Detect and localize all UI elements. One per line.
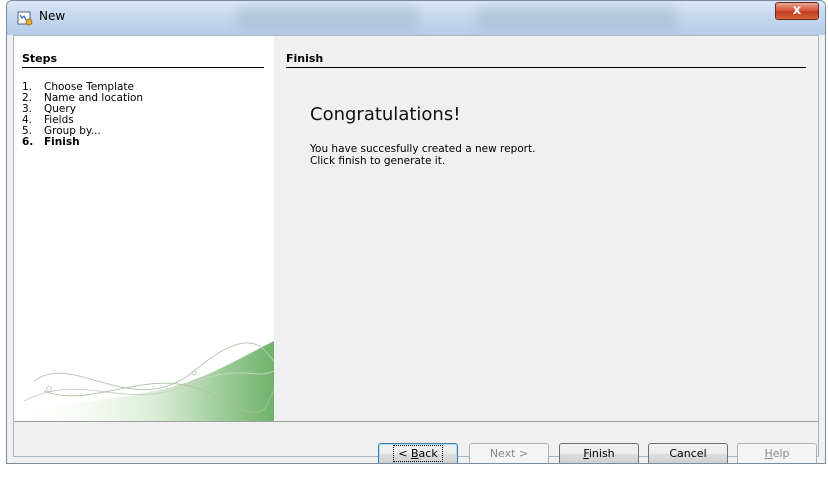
close-icon: x: [792, 3, 802, 18]
message-line: Click finish to generate it.: [310, 155, 446, 167]
title-bar-background-blur: [477, 7, 677, 29]
steps-heading: Steps: [22, 52, 264, 68]
congratulations-heading: Congratulations!: [310, 104, 461, 125]
step-label: Finish: [44, 136, 80, 148]
step-item-current: 6. Finish: [22, 136, 80, 148]
footer-divider: [14, 421, 818, 422]
message-line: You have succesfully created a new repor…: [310, 143, 536, 155]
dialog-window: New x Steps 1. Choose Template 2. Name and…: [6, 0, 826, 464]
window-title: New: [39, 9, 66, 23]
completion-message: You have succesfully created a new repor…: [310, 143, 535, 167]
finish-button[interactable]: Finish: [559, 443, 639, 463]
step-item: 5. Group by...: [22, 125, 101, 137]
content-panel: Finish Congratulations! You have succesf…: [274, 36, 818, 421]
step-item: 2. Name and location: [22, 92, 144, 104]
step-item: 3. Query: [22, 103, 76, 115]
content-heading: Finish: [286, 52, 806, 68]
decorative-swirl-graphic: [14, 341, 274, 421]
title-bar-background-blur: [237, 7, 417, 29]
report-wizard-icon: [17, 11, 33, 26]
steps-list: 1. Choose Template 2. Name and location 3.…: [22, 82, 143, 148]
close-button[interactable]: x: [775, 2, 819, 20]
help-button[interactable]: Help: [737, 443, 817, 463]
next-button[interactable]: Next >: [469, 443, 549, 463]
cancel-button[interactable]: Cancel: [648, 443, 728, 463]
title-bar[interactable]: New x: [7, 1, 825, 35]
steps-panel: Steps 1. Choose Template 2. Name and locat…: [14, 36, 274, 421]
dialog-client-area: Steps 1. Choose Template 2. Name and locat…: [13, 35, 819, 463]
back-button[interactable]: < Back: [378, 443, 458, 463]
